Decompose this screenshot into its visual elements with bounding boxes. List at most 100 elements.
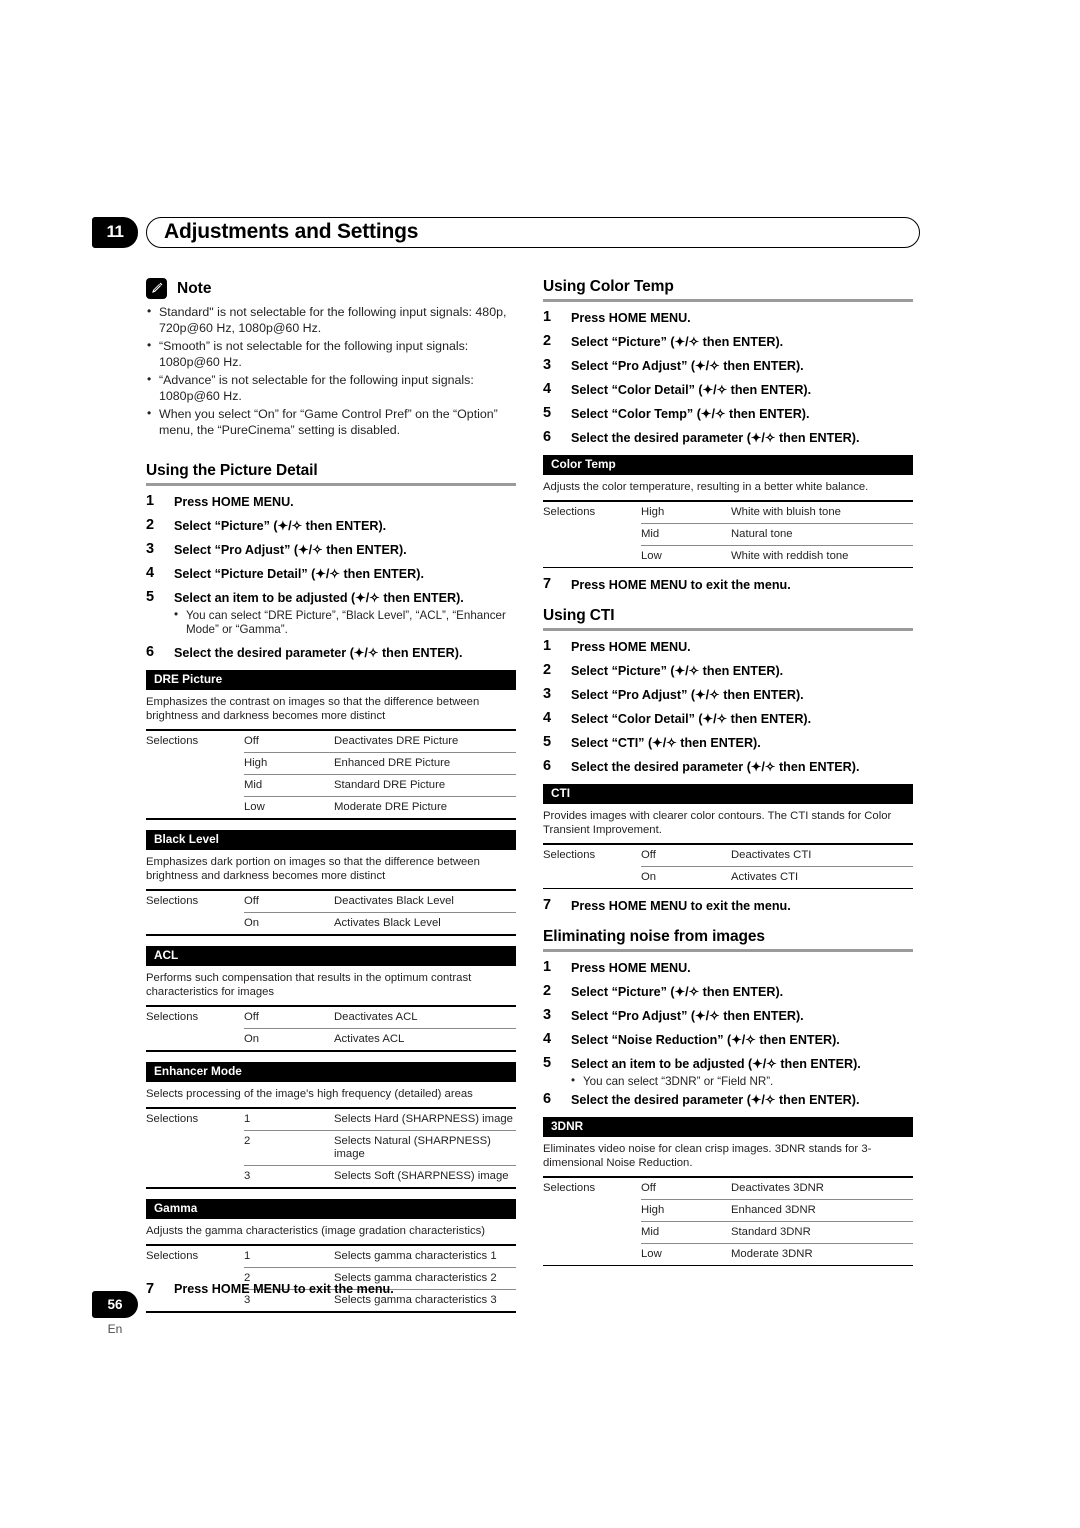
table-row: Selections 1 Selects Hard (SHARPNESS) im… [146, 1109, 516, 1131]
step-text: Press HOME MENU to exit the menu. [174, 1282, 394, 1296]
spacer-cell [146, 1166, 244, 1188]
table-bottom-rule [146, 1050, 516, 1052]
step-number: 7 [543, 897, 552, 913]
chapter-title-pill: Adjustments and Settings [146, 216, 920, 248]
spacer-cell [146, 1131, 244, 1166]
step-list: 1 Press HOME MENU. 2 Select “Picture” (✦… [543, 309, 913, 446]
option-value: 3 [244, 1170, 251, 1182]
table-body: Selections Off Deactivates Black Level O… [146, 891, 516, 934]
table-enhancer-mode: Enhancer Mode Selects processing of the … [146, 1062, 516, 1189]
step-text: Select the desired parameter (✦/✧ then E… [571, 760, 860, 774]
section-heading: Eliminating noise from images [543, 928, 765, 945]
option-description: Deactivates Black Level [334, 891, 516, 913]
table-row: High Enhanced 3DNR [543, 1199, 913, 1222]
section-divider [543, 299, 913, 302]
step-text: Select “CTI” (✦/✧ then ENTER). [571, 736, 761, 750]
table-row: Low Moderate DRE Picture [146, 797, 516, 819]
step-number: 4 [543, 1031, 552, 1047]
option-value: 2 [244, 1130, 334, 1166]
table-bottom-rule [146, 1187, 516, 1189]
option-description: Deactivates 3DNR [731, 1178, 913, 1200]
step-text: Press HOME MENU. [571, 311, 691, 325]
list-item: 5 Select an item to be adjusted (✦/✧ the… [146, 590, 516, 637]
selections-label: Selections [146, 1011, 199, 1023]
table-row: Selections Off Deactivates CTI [543, 845, 913, 867]
option-description: Deactivates ACL [334, 1007, 516, 1029]
selections-label: Selections [146, 735, 199, 747]
option-description: Deactivates CTI [731, 845, 913, 867]
table-description: Adjusts the color temperature, resulting… [543, 475, 913, 502]
step-text: Select an item to be adjusted (✦/✧ then … [174, 591, 464, 605]
list-item: 6 Select the desired parameter (✦/✧ then… [543, 759, 913, 775]
table-3dnr: 3DNR Eliminates video noise for clean cr… [543, 1117, 913, 1266]
step-number: 5 [543, 1055, 552, 1071]
list-item: 3 Select “Pro Adjust” (✦/✧ then ENTER). [543, 687, 913, 703]
step-text: Select “Color Detail” (✦/✧ then ENTER). [571, 383, 812, 397]
pencil-note-icon [146, 278, 167, 299]
option-description: Selects Natural (SHARPNESS) image [334, 1130, 516, 1166]
selections-label: Selections [146, 1250, 199, 1262]
option-value: Off [641, 845, 731, 867]
step-text: Select the desired parameter (✦/✧ then E… [571, 431, 860, 445]
step-list: 1 Press HOME MENU. 2 Select “Picture” (✦… [146, 494, 516, 661]
note-header: Note [146, 278, 516, 299]
list-item: “Advance” is not selectable for the foll… [146, 372, 516, 404]
list-item: When you select “On” for “Game Control P… [146, 406, 516, 438]
option-value: 1 [244, 1109, 334, 1131]
list-item: 7 Press HOME MENU to exit the menu. [543, 577, 913, 593]
list-item: 5 Select “CTI” (✦/✧ then ENTER). [543, 735, 913, 751]
table-description: Performs such compensation that results … [146, 966, 516, 1007]
step-number: 2 [543, 333, 552, 349]
table-dre-picture: DRE Picture Emphasizes the contrast on i… [146, 670, 516, 820]
list-item: Standard" is not selectable for the foll… [146, 304, 516, 336]
step-number: 1 [543, 309, 552, 325]
table-body: Selections Off Deactivates CTI On Activa… [543, 845, 913, 888]
spacer-cell [543, 867, 641, 889]
table-row: Selections Off Deactivates ACL [146, 1007, 516, 1029]
option-value: Off [244, 891, 334, 913]
step-number: 4 [543, 381, 552, 397]
list-item: 2 Select “Picture” (✦/✧ then ENTER). [543, 663, 913, 679]
option-value: Off [641, 1178, 731, 1200]
table-title: ACL [146, 946, 516, 966]
option-value: Mid [244, 774, 334, 797]
document-page: 11 Adjustments and Settings Note S [0, 0, 1080, 1528]
option-description: White with reddish tone [731, 550, 849, 562]
step-text: Press HOME MENU. [571, 640, 691, 654]
table-title: Black Level [146, 830, 516, 850]
step-text: Press HOME MENU. [174, 495, 294, 509]
note-block: Note Standard" is not selectable for the… [146, 278, 516, 438]
option-value: Off [244, 731, 334, 753]
list-item: 1 Press HOME MENU. [543, 960, 913, 976]
step-number: 3 [543, 1007, 552, 1023]
step-text: Select the desired parameter (✦/✧ then E… [571, 1093, 860, 1107]
table-title: DRE Picture [146, 670, 516, 690]
list-item: 2 Select “Picture” (✦/✧ then ENTER). [146, 517, 516, 534]
option-description: Enhanced 3DNR [731, 1199, 913, 1222]
option-value: Mid [641, 1221, 731, 1244]
spacer-cell [543, 546, 641, 568]
table-bottom-rule [146, 818, 516, 820]
spacer-cell [146, 913, 244, 935]
table-bottom-rule [543, 567, 913, 568]
table-bottom-rule [146, 934, 516, 936]
selections-label: Selections [543, 1182, 596, 1194]
list-item: 4 Select “Color Detail” (✦/✧ then ENTER)… [543, 381, 913, 398]
step-number: 6 [146, 644, 155, 660]
section-noise-reduction: Eliminating noise from images 1 Press HO… [543, 928, 913, 1108]
table-row: On Activates Black Level [146, 913, 516, 935]
table-title: 3DNR [543, 1117, 913, 1137]
selections-label: Selections [146, 1113, 199, 1125]
option-value: Low [641, 1248, 662, 1260]
table-row: Low White with reddish tone [543, 546, 913, 568]
page-language-label: En [107, 1322, 123, 1336]
step-number: 2 [146, 517, 155, 533]
step-text: Select “Picture” (✦/✧ then ENTER). [174, 519, 387, 533]
table-row: Low Moderate 3DNR [543, 1244, 913, 1266]
step-text: Select the desired parameter (✦/✧ then E… [174, 646, 463, 660]
table-bottom-rule [146, 1311, 516, 1313]
final-step-picture-detail: 7 Press HOME MENU to exit the menu. [146, 1281, 394, 1297]
option-value: On [244, 917, 260, 929]
step-number: 4 [146, 565, 155, 581]
option-description: Natural tone [731, 523, 913, 546]
